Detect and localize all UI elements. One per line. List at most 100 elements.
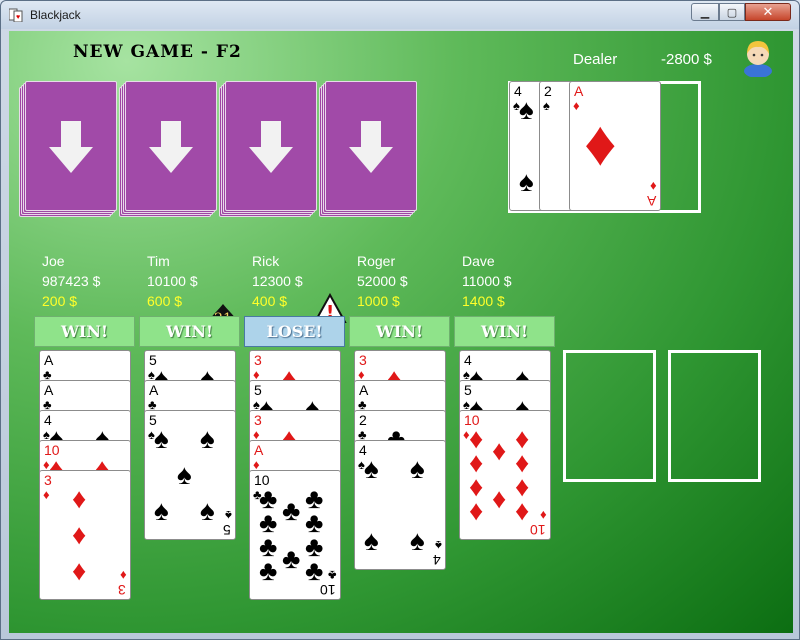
empty-seat-slot[interactable] xyxy=(668,350,761,482)
maximize-icon: ▢ xyxy=(726,6,738,19)
card-pip: ♠ xyxy=(177,459,192,490)
card-rank: A xyxy=(149,382,159,398)
result-badge: WIN! xyxy=(34,316,135,347)
result-badge: WIN! xyxy=(454,316,555,347)
result-badge: WIN! xyxy=(349,316,450,347)
card-pip: ♦ xyxy=(515,495,530,526)
card-pip: ♦ xyxy=(492,435,507,466)
player-bet: 200 $ xyxy=(42,293,78,309)
card-rank: A xyxy=(254,442,264,458)
card-pip: ♠ xyxy=(200,495,215,526)
card-rank: 3 xyxy=(359,352,367,368)
result-badge: LOSE! xyxy=(244,316,345,347)
player-card: 3♦3♦♦♦♦ xyxy=(39,470,131,600)
card-suit: ♦ xyxy=(43,487,50,502)
card-pip: ♦ xyxy=(72,483,87,514)
card-suit: ♦ xyxy=(540,508,547,523)
card-rank: A xyxy=(646,193,656,209)
game-table: NEW GAME - F2 Dealer -2800 $ ! 4 ♠ ♠ ♠ 2… xyxy=(9,31,793,633)
card-pip: ♠ xyxy=(154,495,169,526)
deck-stack-1[interactable] xyxy=(19,81,117,217)
card-suit: ♦ xyxy=(650,179,657,194)
card-pip: ♠ xyxy=(410,525,425,556)
player-money: 52000 $ xyxy=(357,273,408,289)
card-pip: ♣ xyxy=(305,555,324,586)
card-suit: ♦ xyxy=(573,98,580,113)
arrow-down-icon xyxy=(49,121,93,173)
card-pip: ♠ xyxy=(364,453,379,484)
card-rank: 5 xyxy=(223,522,231,538)
player-card: 4♠4♠♠♠♠♠ xyxy=(354,440,446,570)
player-card: 5♠5♠♠♠♠♠♠ xyxy=(144,410,236,540)
result-badge: WIN! xyxy=(139,316,240,347)
player-name: Roger xyxy=(357,253,396,269)
card-rank: 3 xyxy=(118,582,126,598)
deck-stack-3[interactable] xyxy=(219,81,317,217)
minimize-icon: ▁ xyxy=(700,6,710,19)
player-money: 10100 $ xyxy=(147,273,198,289)
player-bet: 400 $ xyxy=(252,293,288,309)
deck-stack-2[interactable] xyxy=(119,81,217,217)
arrow-down-icon xyxy=(249,121,293,173)
card-pip: ♦ xyxy=(72,555,87,586)
dealer-label: Dealer xyxy=(573,51,618,68)
close-icon: ✕ xyxy=(762,4,774,19)
arrow-down-icon xyxy=(149,121,193,173)
card-rank: 4 xyxy=(433,552,441,568)
card-rank: A xyxy=(359,382,369,398)
minimize-button[interactable]: ▁ xyxy=(691,3,719,21)
arrow-down-icon xyxy=(349,121,393,173)
card-pip: ♦ xyxy=(584,107,617,179)
card-rank: 2 xyxy=(359,412,367,428)
player-money: 11000 $ xyxy=(462,273,512,289)
player-name: Rick xyxy=(252,253,280,269)
card-suit: ♠ xyxy=(543,98,550,113)
card-rank: A xyxy=(44,382,54,398)
card-pip: ♣ xyxy=(282,543,301,574)
player-card: 10 ♣ 10 ♣ ♣ ♣ ♣ ♣ ♣ ♣ ♣ ♣ ♣ ♣ xyxy=(249,470,341,600)
player-money: 12300 $ xyxy=(252,273,303,289)
card-rank: 3 xyxy=(254,412,262,428)
player-card: 10♦10♦♦♦♦♦♦♦♦♦♦♦ xyxy=(459,410,551,540)
svg-text:♥: ♥ xyxy=(16,14,20,21)
maximize-button[interactable]: ▢ xyxy=(719,3,745,21)
app-window: ♥ Blackjack ▁ ▢ ✕ NEW GAME - F2 Dealer -… xyxy=(0,0,800,640)
card-rank: A xyxy=(574,83,584,99)
card-pip: ♦ xyxy=(469,495,484,526)
card-rank: 10 xyxy=(530,522,546,538)
player-money: 987423 $ xyxy=(42,273,101,289)
card-pip: ♣ xyxy=(282,495,301,526)
card-suit: ♠ xyxy=(435,538,442,553)
dealer-card: A ♦ A ♦ ♦ xyxy=(569,81,661,211)
app-icon: ♥ xyxy=(9,8,23,22)
new-game-button[interactable]: NEW GAME - F2 xyxy=(73,42,242,62)
card-pip: ♠ xyxy=(519,94,534,125)
close-button[interactable]: ✕ xyxy=(745,3,791,21)
card-pip: ♦ xyxy=(492,483,507,514)
card-pip: ♠ xyxy=(154,423,169,454)
player-name: Dave xyxy=(462,253,495,269)
card-rank: 3 xyxy=(254,352,262,368)
card-pip: ♠ xyxy=(364,525,379,556)
dealer-money: -2800 $ xyxy=(661,51,712,68)
card-rank: 2 xyxy=(544,83,552,99)
card-pip: ♣ xyxy=(259,555,278,586)
player-bet: 1000 $ xyxy=(357,293,400,309)
card-pip: ♦ xyxy=(72,519,87,550)
card-pip: ♠ xyxy=(200,423,215,454)
player-name: Joe xyxy=(42,253,65,269)
title-bar[interactable]: ♥ Blackjack ▁ ▢ ✕ xyxy=(1,1,799,29)
card-rank: A xyxy=(44,352,54,368)
window-title: Blackjack xyxy=(30,8,81,22)
card-suit: ♣ xyxy=(328,568,337,583)
card-pip: ♠ xyxy=(519,166,534,197)
player-bet: 600 $ xyxy=(147,293,183,309)
card-suit: ♦ xyxy=(120,568,127,583)
avatar-icon xyxy=(744,41,772,77)
card-pip: ♠ xyxy=(410,453,425,484)
player-name: Tim xyxy=(147,253,170,269)
deck-stack-4[interactable] xyxy=(319,81,417,217)
card-suit: ♠ xyxy=(225,508,232,523)
card-rank: 3 xyxy=(44,472,52,488)
empty-seat-slot[interactable] xyxy=(563,350,656,482)
